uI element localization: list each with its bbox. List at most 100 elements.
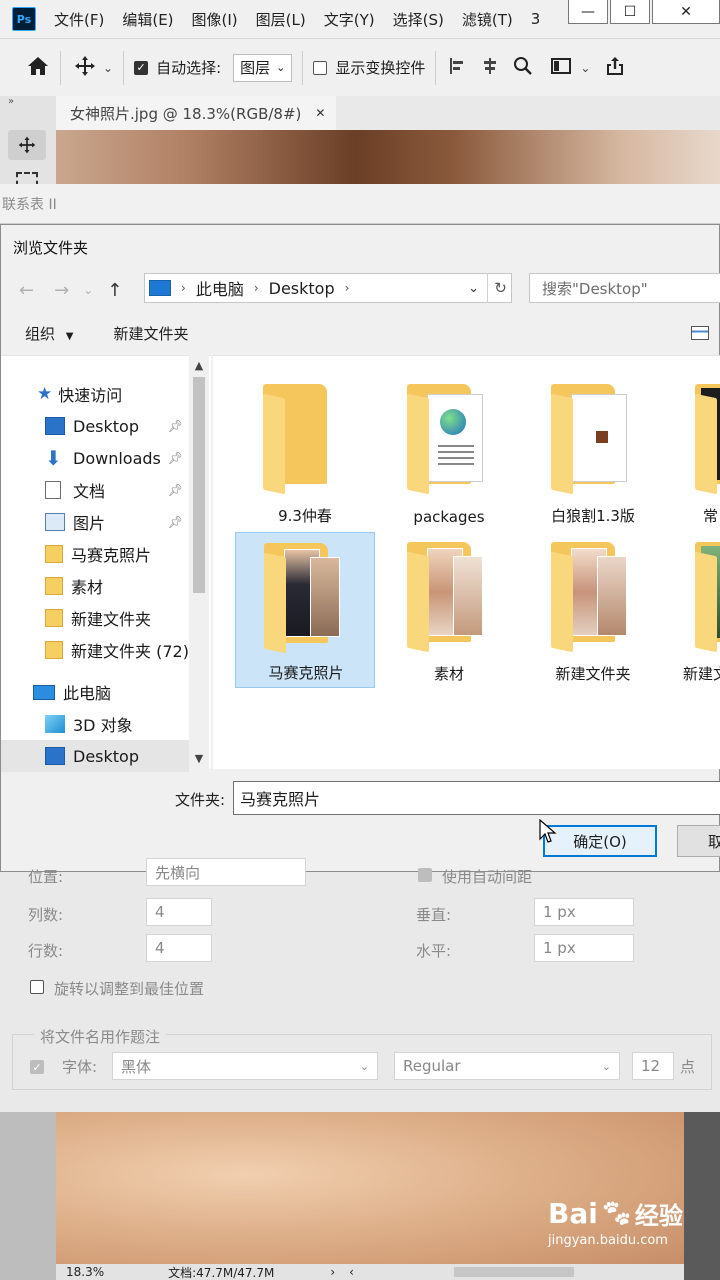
nav-label: Desktop <box>73 746 139 766</box>
baidu-brand: Bai <box>548 1197 598 1230</box>
breadcrumb-desktop[interactable]: Desktop <box>269 279 335 298</box>
folder-item[interactable]: 素材 <box>379 532 519 688</box>
horizontal-input[interactable]: 1 px <box>534 934 634 962</box>
minimize-button[interactable]: — <box>568 0 608 24</box>
folder-label: packages <box>413 508 485 526</box>
menu-filter[interactable]: 滤镜(T) <box>462 9 513 30</box>
zoom-level[interactable]: 18.3% <box>66 1265 104 1279</box>
folder-icon <box>45 577 63 595</box>
folder-item[interactable]: 新建文 <box>667 532 720 688</box>
align-left-icon[interactable] <box>448 56 468 80</box>
nav-folder-new[interactable]: 新建文件夹 <box>1 602 189 634</box>
folder-item-selected[interactable]: 马赛克照片 <box>235 532 375 688</box>
search-icon[interactable] <box>512 55 534 81</box>
up-arrow-icon[interactable]: ↑ <box>107 280 122 301</box>
collapse-icon[interactable]: » <box>8 96 14 107</box>
nav-folder-mosaic[interactable]: 马赛克照片 <box>1 538 189 570</box>
pin-icon[interactable]: 📌︎ <box>168 515 183 529</box>
menu-image[interactable]: 图像(I) <box>192 9 238 30</box>
breadcrumb-separator: › <box>253 281 259 295</box>
search-box[interactable]: 搜索"Desktop" <box>529 273 720 303</box>
chevron-down-icon[interactable]: ⌄ <box>580 61 590 75</box>
nav-desktop-pc[interactable]: Desktop <box>1 740 189 772</box>
move-tool-icon[interactable] <box>73 54 97 82</box>
nav-3d-objects[interactable]: 3D 对象 <box>1 708 189 740</box>
breadcrumb-this-pc[interactable]: 此电脑 <box>196 276 244 300</box>
align-center-icon[interactable] <box>480 56 500 80</box>
organize-button[interactable]: 组织 ▼ <box>25 323 74 344</box>
chevron-left-icon[interactable]: ‹ <box>349 1265 354 1279</box>
chevron-right-icon[interactable]: › <box>330 1265 335 1279</box>
auto-spacing-checkbox[interactable] <box>418 868 432 882</box>
new-folder-button[interactable]: 新建文件夹 <box>114 323 189 344</box>
columns-input[interactable]: 4 <box>146 898 212 926</box>
nav-documents[interactable]: 文档 📌︎ <box>1 474 189 506</box>
folder-label: 9.3仲春 <box>278 507 332 525</box>
nav-desktop[interactable]: Desktop 📌︎ <box>1 410 189 442</box>
scroll-up-icon[interactable]: ▲ <box>189 359 209 372</box>
vertical-input[interactable]: 1 px <box>534 898 634 926</box>
folder-item[interactable]: 新建文件夹 <box>523 532 663 688</box>
nav-folder-new-72[interactable]: 新建文件夹 (72) <box>1 634 189 666</box>
move-tool-button[interactable] <box>8 130 46 160</box>
star-icon: ★ <box>37 384 53 404</box>
cancel-button[interactable]: 取 <box>677 825 720 857</box>
caption-checkbox[interactable]: ✓ <box>30 1060 44 1074</box>
auto-select-checkbox[interactable]: ✓ <box>134 60 149 75</box>
menu-file[interactable]: 文件(F) <box>54 9 104 30</box>
document-tab[interactable]: 女神照片.jpg @ 18.3%(RGB/8#) ✕ <box>56 96 336 130</box>
folder-item[interactable]: 常 <box>667 374 720 530</box>
scroll-down-icon[interactable]: ▼ <box>189 752 209 765</box>
menu-type[interactable]: 文字(Y) <box>324 9 375 30</box>
show-transform-checkbox[interactable] <box>313 60 328 75</box>
maximize-button[interactable]: ☐ <box>610 0 650 24</box>
back-arrow-icon[interactable]: ← <box>19 280 34 301</box>
address-bar[interactable]: › 此电脑 › Desktop › ⌄ <box>144 273 512 303</box>
mouse-cursor-icon <box>539 819 557 843</box>
picture-icon <box>45 513 65 531</box>
folder-item[interactable]: packages <box>379 374 519 530</box>
pin-icon[interactable]: 📌︎ <box>168 451 183 465</box>
font-style-select[interactable]: Regular ⌄ <box>394 1052 620 1080</box>
nav-quick-access[interactable]: ★ 快速访问 <box>1 378 189 410</box>
nav-pictures[interactable]: 图片 📌︎ <box>1 506 189 538</box>
menu-edit[interactable]: 编辑(E) <box>122 9 173 30</box>
nav-scrollbar[interactable]: ▲ ▼ <box>189 355 209 769</box>
menu-3d[interactable]: 3 <box>531 10 541 28</box>
menu-select[interactable]: 选择(S) <box>393 9 444 30</box>
nav-label: 快速访问 <box>58 386 123 405</box>
nav-label: 此电脑 <box>63 684 112 703</box>
rows-input[interactable]: 4 <box>146 934 212 962</box>
close-icon[interactable]: ✕ <box>315 106 325 120</box>
menu-layer[interactable]: 图层(L) <box>256 9 306 30</box>
home-icon[interactable] <box>26 55 50 81</box>
folder-item[interactable]: 白狼割1.3版 <box>523 374 663 530</box>
rows-label: 行数: <box>28 942 64 960</box>
forward-arrow-icon[interactable]: → <box>54 280 69 301</box>
folder-name-input[interactable]: 马赛克照片 <box>233 781 720 815</box>
share-icon[interactable] <box>604 55 626 81</box>
view-options-icon[interactable] <box>691 326 709 340</box>
dialog-title: 浏览文件夹 <box>13 239 89 257</box>
pin-icon[interactable]: 📌︎ <box>168 483 183 497</box>
scroll-thumb[interactable] <box>193 377 205 593</box>
close-window-button[interactable]: ✕ <box>652 0 720 24</box>
position-select[interactable]: 先横向 <box>146 858 306 886</box>
folder-label: 常 <box>703 507 719 525</box>
font-select[interactable]: 黑体 ⌄ <box>112 1052 378 1080</box>
rotate-checkbox[interactable] <box>30 980 44 994</box>
workspace-icon[interactable] <box>550 56 572 80</box>
pin-icon[interactable]: 📌︎ <box>168 419 183 433</box>
chevron-down-icon[interactable]: ⌄ <box>103 61 113 75</box>
nav-this-pc[interactable]: 此电脑 <box>1 676 189 708</box>
chevron-down-icon[interactable]: ⌄ <box>468 281 479 296</box>
contact-sheet-settings: 位置: 先横向 使用自动间距 列数: 4 垂直: 1 px 行数: 4 水平: … <box>0 858 720 1112</box>
nav-folder-material[interactable]: 素材 <box>1 570 189 602</box>
layer-select[interactable]: 图层 ⌄ <box>233 53 293 82</box>
font-size-input[interactable]: 12 <box>632 1052 674 1080</box>
folder-item[interactable]: 9.3仲春 <box>235 374 375 530</box>
nav-downloads[interactable]: ⬇ Downloads 📌︎ <box>1 442 189 474</box>
refresh-icon[interactable]: ↻ <box>487 273 513 303</box>
ok-button[interactable]: 确定(O) <box>543 825 657 857</box>
chevron-down-icon[interactable]: ⌄ <box>83 283 93 297</box>
